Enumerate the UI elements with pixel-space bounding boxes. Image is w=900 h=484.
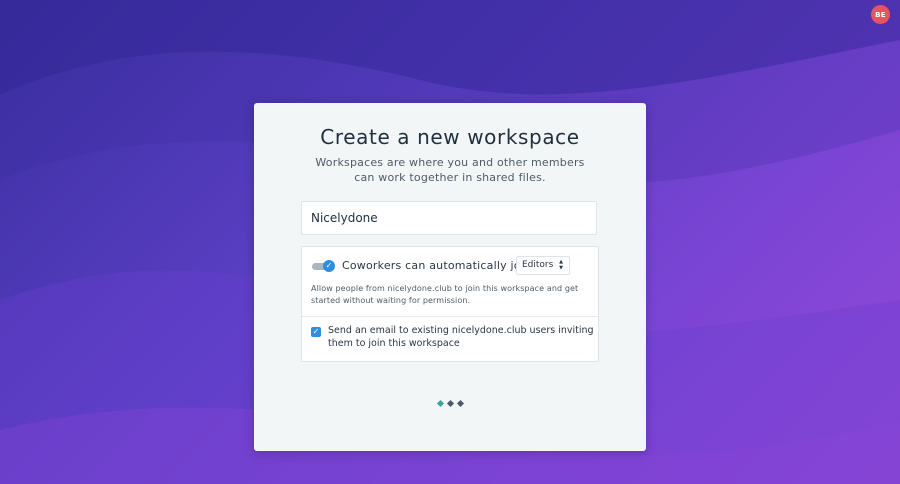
create-workspace-dialog: Create a new workspace Workspaces are wh… [254, 103, 646, 451]
email-invite-label: Send an email to existing nicelydone.clu… [328, 325, 594, 349]
step-dot [436, 399, 445, 408]
step-dot [446, 399, 455, 408]
user-avatar[interactable]: BE [871, 5, 890, 24]
workspace-name-input[interactable] [301, 201, 597, 235]
workspace-settings-box: ✓ Coworkers can automatically join as Ed… [301, 246, 599, 362]
dialog-title: Create a new workspace [320, 125, 580, 149]
role-select-value: Editors [522, 260, 554, 270]
check-icon: ✓ [312, 327, 320, 336]
role-select[interactable]: Editors ▲ ▼ [516, 256, 570, 275]
check-icon: ✓ [323, 260, 335, 272]
divider [302, 316, 598, 317]
email-invite-checkbox[interactable]: ✓ [311, 327, 321, 337]
auto-join-description: Allow people from nicelydone.club to joi… [311, 284, 579, 305]
step-dot [456, 399, 465, 408]
step-indicator [436, 399, 467, 408]
dialog-subtitle: Workspaces are where you and other membe… [315, 156, 585, 184]
auto-join-toggle[interactable]: ✓ [312, 260, 335, 272]
